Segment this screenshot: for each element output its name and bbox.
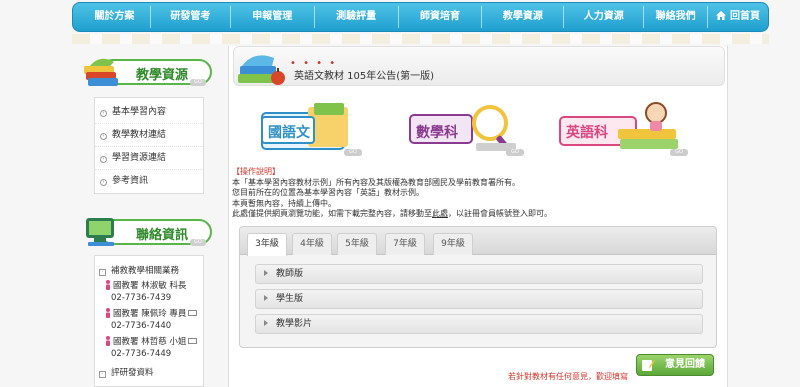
tab-grade-4[interactable]: 4年級 [292, 233, 332, 255]
nav-item-assessment[interactable]: 測驗評量 [315, 6, 399, 28]
contact-list: · 補救教學相關業務 國教署 林淑敏 科長 02-7736-7439 國教署 陳佩… [94, 255, 204, 387]
page-header: • • • • 英語文教材 105年公告(第一版) [233, 46, 725, 86]
contact-next-section-label: 評研發資料 [111, 368, 154, 378]
sidebar-link-basic-content[interactable]: › 基本學習內容 [95, 101, 203, 124]
contact-person: 國教署 陳佩玲 專員 [99, 308, 203, 320]
books-icon [84, 58, 118, 86]
register-link[interactable]: 此處 [432, 209, 448, 218]
mail-icon[interactable] [188, 310, 198, 316]
person-icon [106, 308, 110, 318]
contact-person: 國教署 林哲慈 小姐 [99, 336, 203, 348]
contact-go-badge[interactable]: GO [190, 239, 206, 246]
contact-title: 聯絡資訊 [136, 228, 189, 243]
caret-right-icon [264, 270, 268, 276]
feedback-button[interactable]: 意見回饋 [636, 354, 714, 376]
instructions: 【操作說明】 本「基本學習內容教材示例」所有內容及其版權為教育部國民及學前教育署… [232, 167, 552, 220]
accordion-label: 教師版 [276, 269, 304, 279]
subject-go-badge[interactable]: GO [670, 149, 688, 156]
tab-grade-9[interactable]: 9年級 [433, 233, 473, 255]
instructions-line: 您目前所在的位置為基本學習內容「英語」教材示例。 [232, 188, 424, 197]
accordion-teacher-edition[interactable]: 教師版 [255, 264, 703, 284]
contact-name: 國教署 林淑敏 科長 [113, 281, 187, 291]
sidebar-link-label: 參考資訊 [112, 176, 149, 186]
accordion-student-edition[interactable]: 學生版 [255, 289, 703, 309]
sidebar-link-label: 教學教材連結 [112, 130, 167, 140]
nav-item-report[interactable]: 申報管理 [231, 6, 315, 28]
subject-button-math[interactable]: 數學科 GO [408, 103, 524, 156]
subject-go-badge[interactable]: GO [506, 149, 524, 156]
top-nav: 關於方案 研發管考 申報管理 測驗評量 師資培育 教學資源 人力資源 聯絡我們 … [72, 2, 769, 32]
nav-item-home[interactable]: 回首頁 [708, 6, 768, 28]
contact-next-section: · 評研發資料 [99, 366, 203, 378]
subject-go-badge[interactable]: GO [344, 149, 362, 156]
instructions-text: ，以註冊會員帳號登入即可。 [448, 209, 552, 218]
instructions-line: 本頁暫無內容，持續上傳中。 [232, 198, 336, 208]
person-icon [106, 336, 110, 346]
instructions-heading: 【操作說明】 [232, 167, 280, 176]
contact-phone: 02-7736-7440 [111, 321, 172, 331]
nav-item-hr[interactable]: 人力資源 [564, 6, 645, 28]
tab-grade-5[interactable]: 5年級 [337, 233, 377, 255]
sidebar-link-learning-resources[interactable]: › 學習資源連結 [95, 147, 203, 170]
square-bullet-icon: · [99, 269, 106, 276]
accordion-teaching-videos[interactable]: 教學影片 [255, 314, 703, 334]
computer-icon [86, 218, 114, 246]
subject-label: 國語文 [268, 125, 310, 141]
home-label: 回首頁 [730, 11, 761, 22]
contact-heading: 聯絡資訊 GO [80, 212, 215, 248]
sidebar-link-label: 學習資源連結 [112, 153, 167, 163]
feedback-button-label: 意見回饋 [665, 359, 705, 370]
mail-icon[interactable] [188, 338, 198, 344]
sidebar-link-reference[interactable]: › 參考資訊 [95, 170, 203, 193]
nav-item-research[interactable]: 研發管考 [151, 6, 231, 28]
resources-link-list: › 基本學習內容 › 教學教材連結 › 學習資源連結 › 參考資訊 [94, 97, 204, 194]
sidebar-link-label: 基本學習內容 [112, 107, 167, 117]
circle-arrow-icon: › [100, 179, 107, 186]
accordion-label: 學生版 [276, 294, 304, 304]
circle-arrow-icon: › [100, 156, 107, 163]
resources-go-badge[interactable]: GO [190, 79, 206, 86]
circle-arrow-icon: › [100, 133, 107, 140]
instructions-line: 此處僅提供網頁瀏覽功能，如需下載完整內容，請移動至此處，以註冊會員帳號登入即可。 [232, 209, 552, 220]
subject-label: 英語科 [566, 125, 608, 141]
instructions-text: 此處僅提供網頁瀏覽功能，如需下載完整內容，請移動至 [232, 209, 432, 218]
tab-grade-7[interactable]: 7年級 [385, 233, 425, 255]
subject-button-chinese[interactable]: 國語文 GO [248, 103, 362, 156]
feedback-note: 若針對教材有任何意見，歡迎填寫 [508, 372, 628, 381]
accordion-label: 教學影片 [276, 319, 313, 329]
sidebar-link-teaching-materials[interactable]: › 教學教材連結 [95, 124, 203, 147]
home-icon [716, 11, 727, 20]
contact-section-title: · 補救教學相關業務 [99, 264, 203, 276]
nav-item-teacher[interactable]: 師資培育 [399, 6, 483, 28]
contact-section-label: 補救教學相關業務 [111, 266, 180, 276]
contact-phone: 02-7736-7449 [111, 349, 172, 359]
contact-name: 國教署 陳佩玲 專員 [113, 309, 187, 319]
caret-right-icon [264, 295, 268, 301]
contact-phone: 02-7736-7439 [111, 293, 172, 303]
tab-grade-3[interactable]: 3年級 [247, 233, 287, 256]
page-title: 英語文教材 105年公告(第一版) [294, 71, 435, 82]
tab-bar: 3年級 4年級 5年級 7年級 9年級 [240, 227, 716, 256]
person-icon [106, 280, 110, 290]
nav-item-about[interactable]: 關於方案 [79, 6, 151, 28]
circle-arrow-icon: › [100, 110, 107, 117]
nav-item-contact[interactable]: 聯絡我們 [644, 6, 709, 28]
decorative-strip [72, 34, 769, 44]
subject-button-english[interactable]: 英語科 GO [556, 99, 688, 156]
feedback-pencil-icon [642, 360, 655, 371]
contact-name: 國教署 林哲慈 小姐 [113, 337, 187, 347]
contact-person: 國教署 林淑敏 科長 [99, 280, 203, 292]
nav-item-resources[interactable]: 教學資源 [482, 6, 565, 28]
resources-title: 教學資源 [136, 68, 189, 83]
books-apple-icon [238, 55, 285, 85]
subject-label: 數學科 [416, 125, 458, 141]
instructions-line: 本「基本學習內容教材示例」所有內容及其版權為教育部國民及學前教育署所有。 [232, 177, 520, 187]
square-bullet-icon: · [99, 371, 106, 378]
resources-heading: 教學資源 GO [80, 52, 215, 88]
caret-right-icon [264, 320, 268, 326]
